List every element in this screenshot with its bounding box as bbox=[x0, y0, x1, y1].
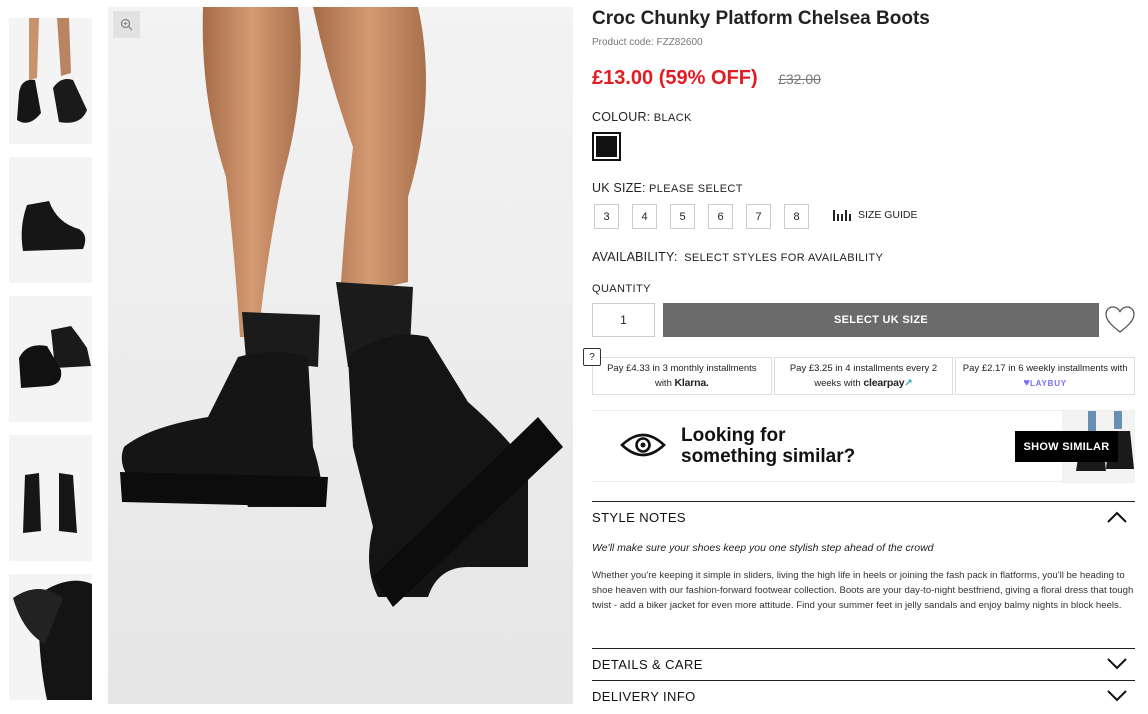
payment-help-icon[interactable]: ? bbox=[583, 348, 601, 366]
size-guide-link[interactable]: SIZE GUIDE bbox=[833, 209, 918, 221]
details-care-label: DETAILS & CARE bbox=[592, 657, 703, 672]
similar-line-2: something similar? bbox=[681, 446, 856, 467]
thumbnail-4[interactable] bbox=[9, 435, 92, 561]
size-option-6[interactable]: 6 bbox=[708, 204, 733, 229]
laybuy-logo: LAYBUY bbox=[1029, 379, 1067, 388]
colour-label: COLOUR: bbox=[592, 110, 651, 124]
style-notes-body: Whether you're keeping it simple in slid… bbox=[592, 570, 1134, 611]
select-size-button[interactable]: SELECT UK SIZE bbox=[663, 303, 1099, 337]
similar-products-banner: Looking for something similar? SHOW SIMI… bbox=[592, 410, 1135, 483]
thumbnail-3[interactable] bbox=[9, 296, 92, 422]
thumbnail-image bbox=[9, 18, 92, 144]
colour-value: BLACK bbox=[653, 112, 692, 124]
style-notes-label: STYLE NOTES bbox=[592, 510, 686, 525]
main-product-image[interactable] bbox=[108, 7, 573, 704]
sale-price: £13.00 (59% OFF) bbox=[592, 67, 758, 89]
size-option-3[interactable]: 3 bbox=[594, 204, 619, 229]
ruler-icon bbox=[833, 209, 851, 221]
clearpay-logo: clearpay bbox=[863, 377, 905, 389]
thumbnail-1[interactable] bbox=[9, 18, 92, 144]
clearpay-amount: £3.25 bbox=[808, 363, 833, 374]
wishlist-heart-icon[interactable] bbox=[1105, 306, 1135, 334]
availability-value: SELECT STYLES FOR AVAILABILITY bbox=[684, 252, 884, 264]
show-similar-button[interactable]: SHOW SIMILAR bbox=[1015, 431, 1118, 462]
colour-row: COLOUR: BLACK bbox=[592, 110, 692, 124]
details-care-header[interactable]: DETAILS & CARE bbox=[592, 648, 1135, 680]
thumbnail-5[interactable] bbox=[9, 574, 92, 700]
zoom-icon[interactable] bbox=[113, 11, 140, 38]
chevron-up-icon bbox=[1107, 511, 1127, 526]
availability-row: AVAILABILITY: SELECT STYLES FOR AVAILABI… bbox=[592, 250, 883, 264]
delivery-info-header[interactable]: DELIVERY INFO bbox=[592, 680, 1135, 714]
product-title: Croc Chunky Platform Chelsea Boots bbox=[592, 8, 930, 29]
boots-photo bbox=[108, 7, 573, 704]
size-option-4[interactable]: 4 bbox=[632, 204, 657, 229]
klarna-logo: Klarna. bbox=[674, 377, 709, 389]
availability-label: AVAILABILITY: bbox=[592, 250, 678, 264]
thumbnail-2[interactable] bbox=[9, 157, 92, 283]
swatch-fill bbox=[596, 136, 617, 157]
thumbnail-image bbox=[9, 574, 92, 700]
laybuy-amount: £2.17 bbox=[981, 363, 1006, 374]
thumbnail-image bbox=[9, 157, 92, 283]
quantity-row: QUANTITY bbox=[592, 281, 651, 295]
size-option-8[interactable]: 8 bbox=[784, 204, 809, 229]
size-options: 3 4 5 6 7 8 bbox=[594, 204, 822, 229]
original-price: £32.00 bbox=[778, 71, 821, 87]
klarna-prefix: Pay bbox=[607, 363, 627, 374]
product-code: Product code: FZZ82600 bbox=[592, 37, 703, 48]
clearpay-prefix: Pay bbox=[789, 363, 809, 374]
quantity-label: QUANTITY bbox=[592, 283, 651, 295]
style-notes-tagline: We'll make sure your shoes keep you one … bbox=[592, 542, 934, 554]
size-option-5[interactable]: 5 bbox=[670, 204, 695, 229]
laybuy-option[interactable]: Pay £2.17 in 6 weekly installments with … bbox=[955, 357, 1136, 395]
clearpay-arrow-icon: ↗ bbox=[904, 378, 913, 389]
eye-icon bbox=[620, 430, 666, 465]
size-label: UK SIZE: bbox=[592, 181, 646, 195]
size-option-7[interactable]: 7 bbox=[746, 204, 771, 229]
thumbnail-image bbox=[9, 296, 92, 422]
thumbnail-image bbox=[9, 435, 92, 561]
size-value: PLEASE SELECT bbox=[649, 183, 743, 195]
payment-options: Pay £4.33 in 3 monthly installments with… bbox=[592, 357, 1136, 395]
similar-heading: Looking for something similar? bbox=[681, 425, 855, 467]
thumbnail-gallery bbox=[9, 18, 92, 713]
laybuy-prefix: Pay bbox=[962, 363, 982, 374]
klarna-amount: £4.33 bbox=[626, 363, 650, 374]
similar-line-1: Looking for bbox=[681, 425, 786, 446]
quantity-input[interactable]: 1 bbox=[592, 303, 655, 337]
clearpay-option[interactable]: Pay £3.25 in 4 installments every 2 week… bbox=[773, 357, 954, 395]
price-row: £13.00 (59% OFF) £32.00 bbox=[592, 67, 821, 90]
laybuy-text: in 6 weekly installments with bbox=[1005, 363, 1128, 374]
klarna-option[interactable]: Pay £4.33 in 3 monthly installments with… bbox=[592, 357, 772, 395]
chevron-down-icon bbox=[1107, 690, 1127, 705]
colour-swatch-black[interactable] bbox=[592, 132, 621, 161]
delivery-info-label: DELIVERY INFO bbox=[592, 689, 696, 704]
size-guide-label: SIZE GUIDE bbox=[858, 209, 918, 221]
style-notes-header[interactable]: STYLE NOTES bbox=[592, 501, 1135, 541]
size-row: UK SIZE: PLEASE SELECT bbox=[592, 181, 743, 195]
chevron-down-icon bbox=[1107, 658, 1127, 673]
